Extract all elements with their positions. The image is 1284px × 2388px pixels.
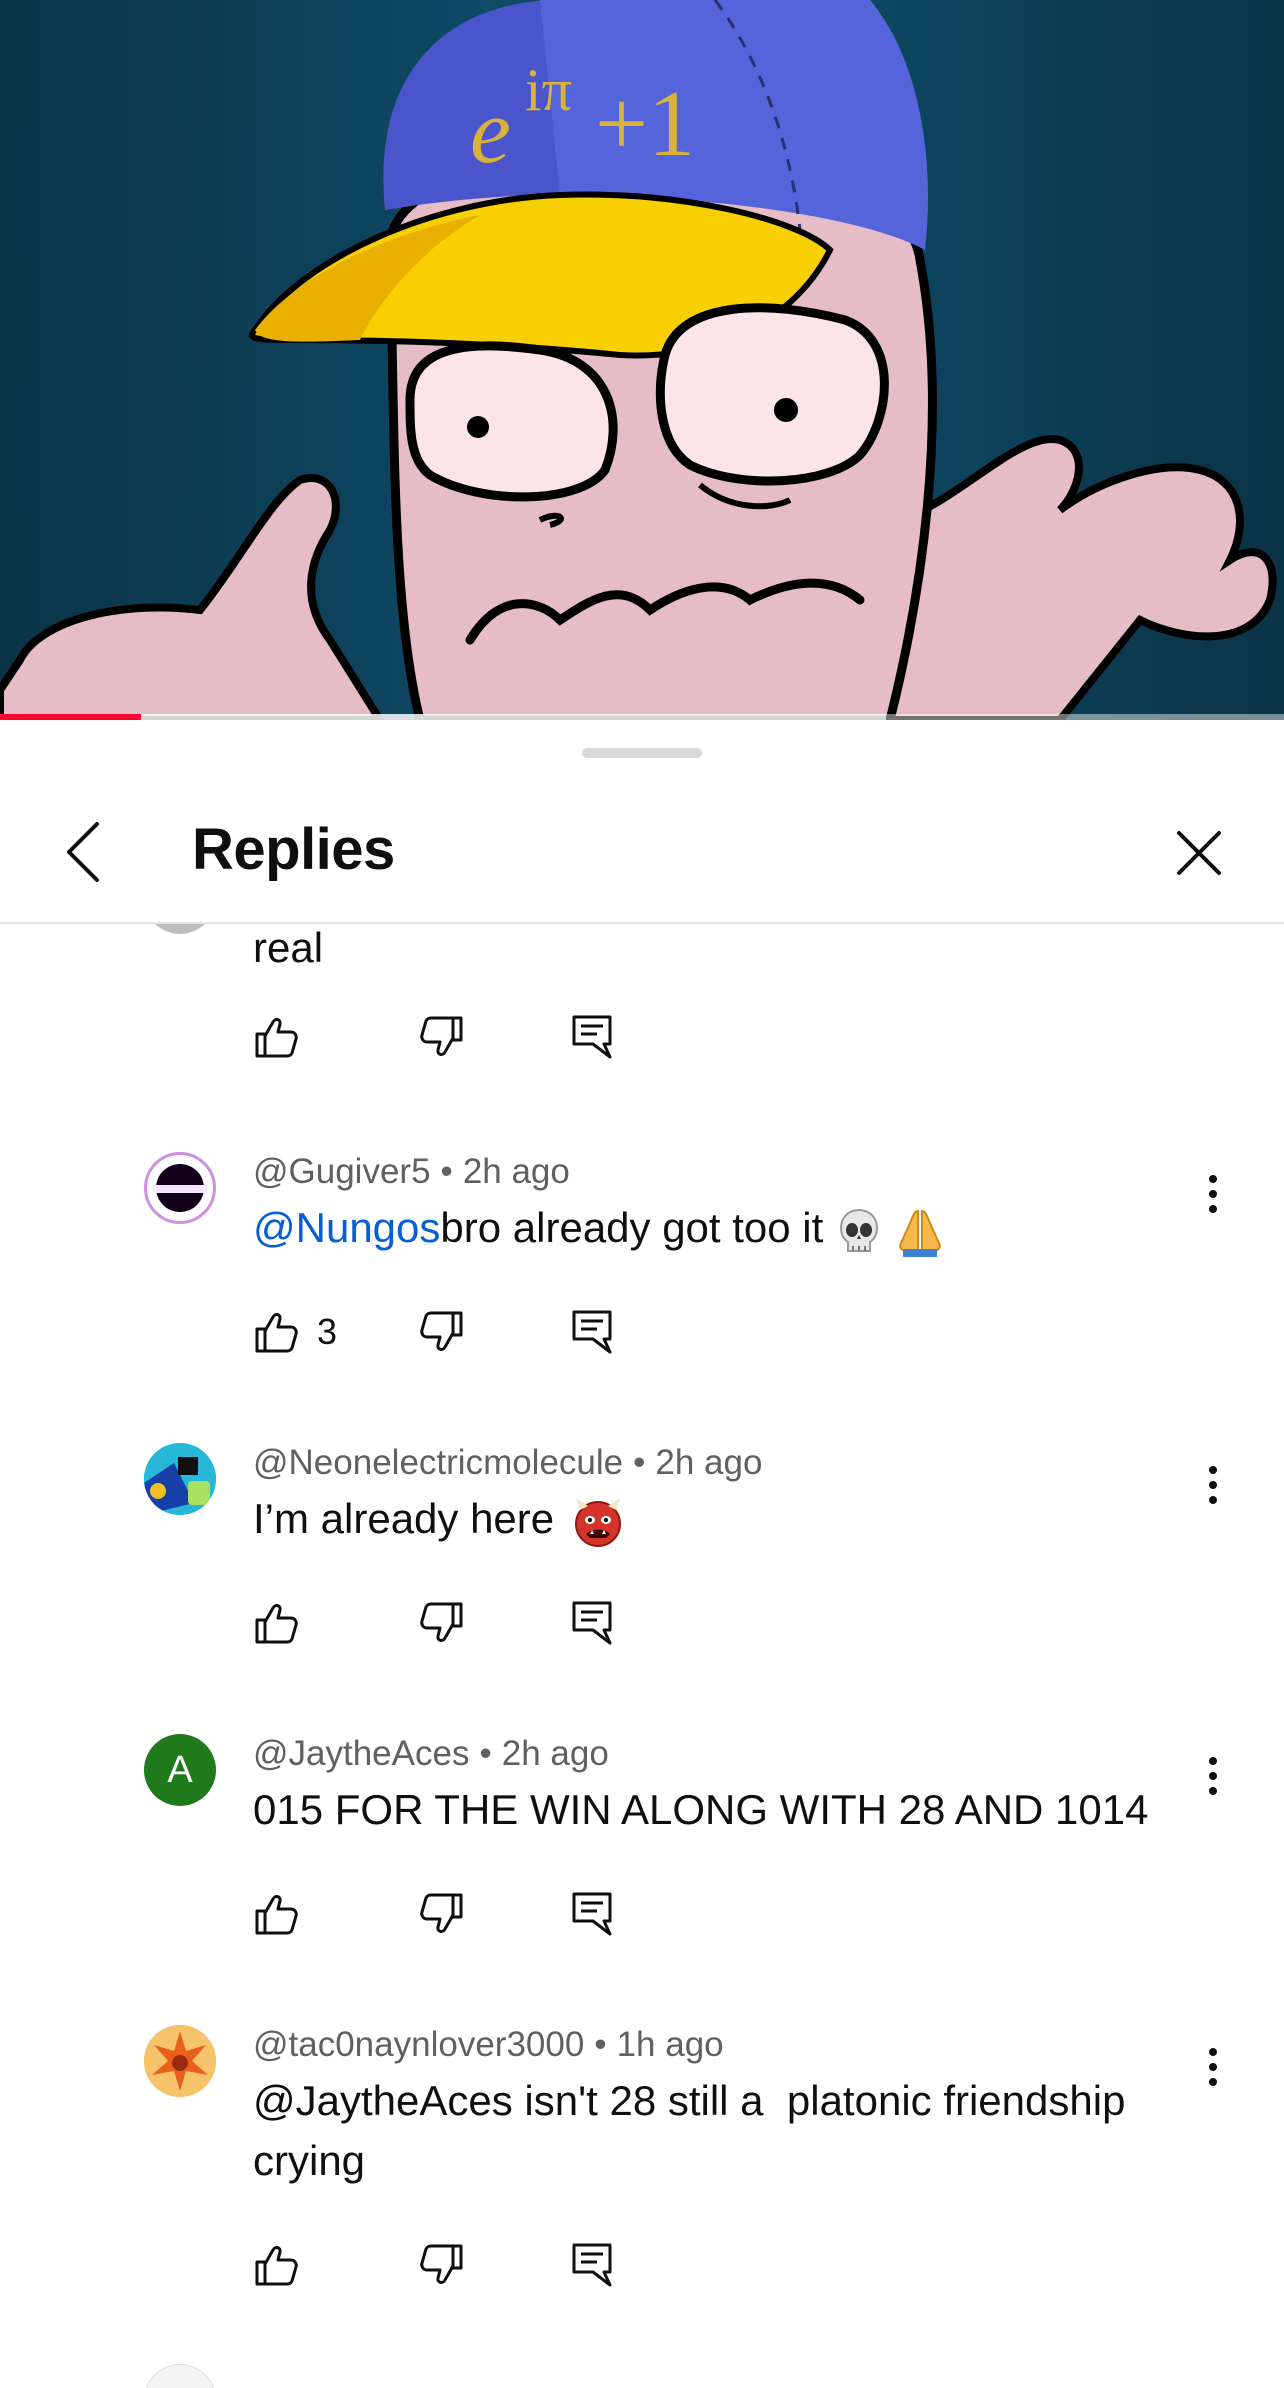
dislike-button[interactable] — [419, 2235, 465, 2295]
comment-author[interactable]: @tac0naynlover3000 — [253, 2025, 584, 2064]
avatar[interactable] — [144, 1443, 216, 1515]
comment-actions — [253, 1884, 673, 1944]
avatar-letter: A — [167, 1748, 193, 1791]
avatar[interactable] — [144, 1152, 216, 1224]
avatar[interactable]: A — [144, 1734, 216, 1806]
folded-hands-emoji — [899, 1209, 941, 1257]
drag-handle[interactable] — [582, 748, 702, 758]
mention-link[interactable]: @Nungos — [253, 1204, 440, 1251]
thumbs-up-icon — [255, 2246, 298, 2286]
like-button[interactable] — [253, 1884, 299, 1944]
back-button[interactable] — [48, 810, 118, 894]
like-button[interactable] — [253, 1007, 299, 1067]
meta-separator: • — [479, 1734, 492, 1773]
replies-header: Replies — [0, 782, 1284, 924]
comment-time: 2h ago — [462, 1152, 570, 1191]
comment-body-text: I’m already here — [253, 1495, 555, 1542]
reply-button[interactable] — [571, 2235, 613, 2295]
close-icon — [1177, 831, 1221, 875]
comment-meta: @Gugiver5 • 2h ago — [253, 1152, 570, 1192]
like-button[interactable] — [253, 1593, 299, 1653]
replies-sheet: Replies real @Gugiver5 • 2h ago @Nungosb… — [0, 722, 1284, 2388]
comment-body-text: bro already got too it — [440, 1204, 824, 1251]
comment-actions — [253, 2235, 673, 2295]
comment-icon — [572, 1015, 612, 1059]
skull-emoji — [839, 1208, 878, 1252]
cap-text: e — [470, 80, 511, 182]
like-button[interactable] — [253, 2235, 299, 2295]
thumbs-down-icon — [420, 1602, 463, 1642]
comment-icon — [572, 1310, 612, 1354]
reply-button[interactable] — [571, 1302, 613, 1362]
page-title: Replies — [192, 817, 395, 882]
thumbs-up-icon — [255, 1313, 298, 1353]
video-progress-bar[interactable] — [0, 714, 1284, 720]
video-player[interactable]: e iπ +1 — [0, 0, 1284, 720]
thumbs-up-icon — [255, 1604, 298, 1644]
ogre-emoji — [574, 1497, 621, 1547]
avatar-image — [153, 1164, 207, 1212]
meta-separator: • — [440, 1152, 453, 1191]
comment-text: 015 FOR THE WIN ALONG WITH 28 AND 1014 — [253, 1786, 1149, 1833]
comment-text: @Nungosbro already got too it — [253, 1198, 1213, 1258]
comment-meta: @JaytheAces • 2h ago — [253, 1734, 609, 1774]
reply-button[interactable] — [571, 1007, 613, 1067]
like-button[interactable]: 3 — [253, 1302, 337, 1362]
meta-separator: • — [594, 2025, 607, 2064]
thumbs-down-icon — [420, 2244, 463, 2284]
cap-text-tail: +1 — [595, 72, 695, 176]
comment-icon — [572, 1601, 612, 1645]
like-count: 3 — [317, 1311, 338, 1352]
dislike-button[interactable] — [419, 1007, 465, 1067]
comment-author[interactable]: @Neonelectricmolecule — [253, 1443, 623, 1482]
close-button[interactable] — [1164, 818, 1234, 888]
comment-text: real — [253, 924, 324, 971]
dislike-button[interactable] — [419, 1593, 465, 1653]
avatar[interactable] — [144, 2025, 216, 2097]
replies-list[interactable]: real @Gugiver5 • 2h ago @Nungosbro already… — [0, 922, 1284, 2388]
comment-time: 2h ago — [655, 1443, 763, 1482]
avatar-image — [144, 2025, 216, 2097]
progress-played — [0, 714, 142, 720]
comment-icon — [572, 1892, 612, 1936]
dislike-button[interactable] — [419, 1302, 465, 1362]
comment-author[interactable]: @Gugiver5 — [253, 1152, 431, 1191]
video-frame-illustration: e iπ +1 — [0, 0, 1284, 720]
meta-separator: • — [633, 1443, 646, 1482]
comment-actions — [253, 1007, 673, 1067]
comment-author[interactable]: @JaytheAces — [253, 1734, 469, 1773]
comment-meta: @Neonelectricmolecule • 2h ago — [253, 1443, 762, 1483]
thumbs-up-icon — [255, 1018, 298, 1058]
comment-time: 2h ago — [501, 1734, 609, 1773]
reply-button[interactable] — [571, 1593, 613, 1653]
comment-icon — [572, 2243, 612, 2287]
comment-text: I’m already here — [253, 1489, 1213, 1549]
comment-text: @JaytheAces isn't 28 still a platonic fr… — [253, 2077, 1138, 2184]
thumbs-down-icon — [420, 1311, 463, 1351]
chevron-left-icon — [67, 822, 99, 882]
dislike-button[interactable] — [419, 1884, 465, 1944]
comment-meta: @tac0naynlover3000 • 1h ago — [253, 2025, 724, 2065]
comment-actions: 3 — [253, 1302, 673, 1362]
comment-time: 1h ago — [616, 2025, 724, 2064]
cap-text-superscript: iπ — [525, 57, 572, 123]
avatar-image — [144, 1443, 216, 1515]
thumbs-down-icon — [420, 1016, 463, 1056]
thumbs-up-icon — [255, 1895, 298, 1935]
thumbs-down-icon — [420, 1893, 463, 1933]
avatar[interactable] — [144, 2364, 216, 2388]
comment-actions — [253, 1593, 673, 1653]
reply-button[interactable] — [571, 1884, 613, 1944]
